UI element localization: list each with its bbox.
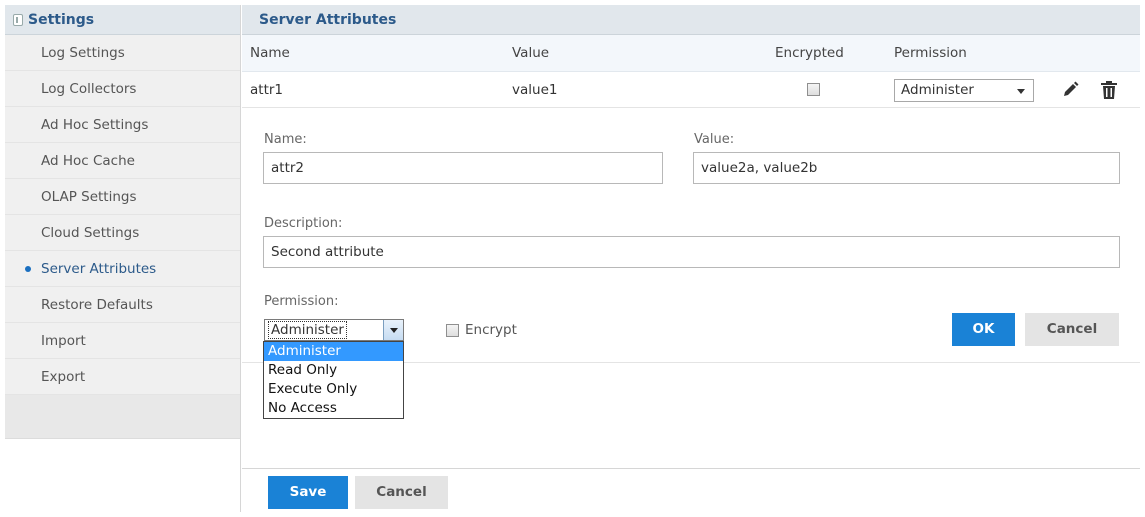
- permission-option[interactable]: Read Only: [264, 361, 403, 380]
- main-panel: Server Attributes Name Value Encrypted P…: [242, 5, 1140, 512]
- sidebar-item-label: OLAP Settings: [41, 189, 137, 205]
- sidebar-list: Log Settings Log Collectors Ad Hoc Setti…: [5, 35, 240, 439]
- permission-select[interactable]: Administer: [264, 319, 404, 341]
- permission-option[interactable]: No Access: [264, 399, 403, 418]
- sidebar-item-label: Ad Hoc Cache: [41, 153, 135, 169]
- name-field[interactable]: attr2: [263, 152, 663, 184]
- sidebar-title: Settings: [28, 11, 95, 28]
- sidebar-item-cloud-settings[interactable]: Cloud Settings: [5, 215, 240, 251]
- attribute-edit-form: Name: attr2 Value: value2a, value2b Desc…: [242, 108, 1140, 419]
- name-label: Name:: [264, 132, 307, 147]
- permission-option[interactable]: Execute Only: [264, 380, 403, 399]
- sidebar-header[interactable]: Settings: [5, 5, 240, 35]
- save-button[interactable]: Save: [268, 476, 348, 509]
- column-header-value: Value: [512, 45, 550, 61]
- collapse-icon[interactable]: [13, 13, 23, 26]
- sidebar-item-label: Cloud Settings: [41, 225, 140, 241]
- pencil-icon[interactable]: [1060, 80, 1080, 100]
- sidebar-item-label: Export: [41, 369, 86, 385]
- row-encrypted-checkbox[interactable]: [807, 83, 820, 96]
- sidebar-item-log-collectors[interactable]: Log Collectors: [5, 71, 240, 107]
- encrypt-label: Encrypt: [465, 322, 517, 338]
- sidebar-item-export[interactable]: Export: [5, 359, 240, 395]
- footer-bar: Save Cancel: [242, 468, 1140, 512]
- sidebar-item-label: Log Collectors: [41, 81, 137, 97]
- encrypt-checkbox[interactable]: [446, 323, 459, 337]
- sidebar-item-server-attributes[interactable]: Server Attributes: [5, 251, 240, 287]
- sidebar-item-label: Import: [41, 333, 86, 349]
- column-header-encrypted: Encrypted: [775, 45, 844, 61]
- sidebar-item-olap-settings[interactable]: OLAP Settings: [5, 179, 240, 215]
- chevron-down-icon: [1017, 89, 1025, 94]
- page-title: Server Attributes: [242, 5, 1140, 35]
- sidebar-item-log-settings[interactable]: Log Settings: [5, 35, 240, 71]
- attributes-table-header: Name Value Encrypted Permission: [242, 35, 1140, 72]
- permission-label: Permission:: [264, 294, 339, 309]
- permission-dropdown: Administer Read Only Execute Only No Acc…: [263, 341, 404, 419]
- sidebar-item-import[interactable]: Import: [5, 323, 240, 359]
- row-permission-value: Administer: [901, 82, 974, 98]
- sidebar-item-label: Log Settings: [41, 45, 125, 61]
- permission-select-value: Administer: [268, 321, 347, 339]
- value-label: Value:: [694, 132, 735, 147]
- permission-option[interactable]: Administer: [264, 342, 403, 361]
- chevron-down-icon[interactable]: [383, 320, 403, 340]
- value-field[interactable]: value2a, value2b: [693, 152, 1120, 184]
- cancel-button[interactable]: Cancel: [355, 476, 448, 509]
- column-header-name: Name: [250, 45, 290, 61]
- trash-icon[interactable]: [1100, 80, 1118, 100]
- encrypt-option[interactable]: Encrypt: [446, 322, 517, 338]
- ok-button[interactable]: OK: [952, 313, 1015, 346]
- description-field[interactable]: Second attribute: [263, 236, 1120, 268]
- active-dot-icon: [25, 266, 31, 272]
- row-name: attr1: [250, 81, 283, 98]
- table-row: attr1 value1 Administer: [242, 72, 1140, 108]
- row-value: value1: [512, 81, 558, 98]
- sidebar-item-restore-defaults[interactable]: Restore Defaults: [5, 287, 240, 323]
- sidebar-item-label: Restore Defaults: [41, 297, 153, 313]
- sidebar-item-label: Ad Hoc Settings: [41, 117, 149, 133]
- description-label: Description:: [264, 216, 343, 231]
- sidebar-item-ad-hoc-cache[interactable]: Ad Hoc Cache: [5, 143, 240, 179]
- sidebar-item-ad-hoc-settings[interactable]: Ad Hoc Settings: [5, 107, 240, 143]
- row-permission-select[interactable]: Administer: [894, 79, 1034, 102]
- settings-sidebar: Settings Log Settings Log Collectors Ad …: [5, 5, 241, 512]
- sidebar-filler: [5, 395, 240, 439]
- form-cancel-button[interactable]: Cancel: [1025, 313, 1119, 346]
- sidebar-item-label: Server Attributes: [41, 261, 157, 277]
- column-header-permission: Permission: [894, 45, 967, 61]
